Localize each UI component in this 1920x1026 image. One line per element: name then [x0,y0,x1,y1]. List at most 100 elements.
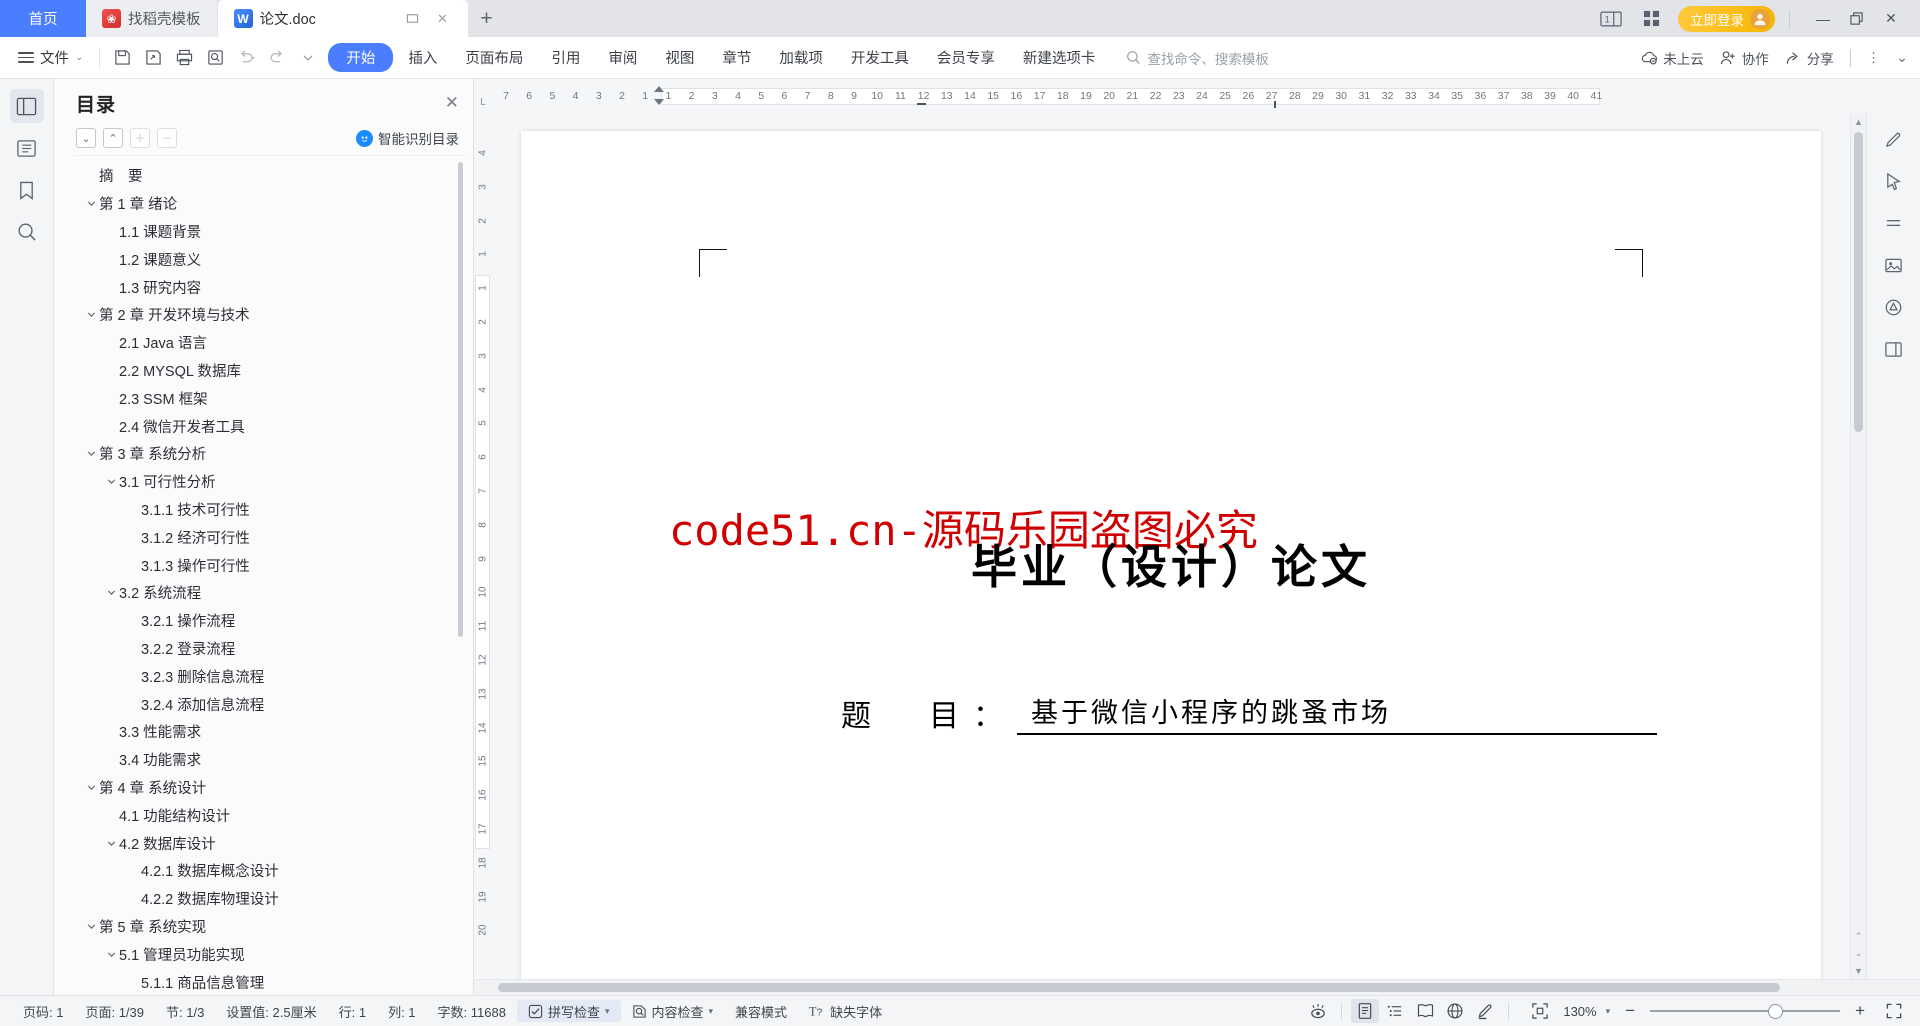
minus-level-icon[interactable]: － [157,128,177,148]
chevron-down-icon[interactable] [104,949,119,960]
ribbon-tab-view[interactable]: 视图 [652,43,707,72]
focus-eye-icon[interactable] [1304,999,1332,1023]
close-icon[interactable]: ✕ [445,93,459,113]
file-tree-icon[interactable] [10,131,44,165]
tab-document[interactable]: W 论文.doc ✕ [217,0,468,37]
toc-item[interactable]: 2.1 Java 语言 [74,329,465,357]
toc-item[interactable]: 5.1 管理员功能实现 [74,940,465,968]
fit-page-icon[interactable] [1526,999,1554,1023]
toc-item[interactable]: 3.2.4 添加信息流程 [74,690,465,718]
chevron-down-icon[interactable] [104,587,119,598]
vertical-ruler[interactable]: 4 3 2 1 1 2 3 4 5 6 7 8 9 10 11 12 13 14 15 16 17 18 19 20 [474,113,492,979]
chevron-down-icon[interactable]: ▾ [605,1006,610,1017]
toc-item[interactable]: 2.4 微信开发者工具 [74,412,465,440]
print-icon[interactable] [170,45,198,71]
paragraph-marks-icon[interactable] [1877,207,1911,239]
undo-icon[interactable] [232,45,260,71]
vertical-scrollbar[interactable]: ▲ ⌃ ⌄ ▼ [1850,113,1866,979]
horizontal-scroll-thumb[interactable] [498,983,1780,992]
field-value[interactable]: 基于微信小程序的跳蚤市场 [1017,691,1657,735]
ruler-corner[interactable]: L [474,79,492,113]
chevron-down-icon[interactable] [104,838,119,849]
toc-item[interactable]: 3.1.3 操作可行性 [74,551,465,579]
pen-tool-icon[interactable] [1877,123,1911,155]
plus-level-icon[interactable]: ＋ [130,128,150,148]
cursor-select-icon[interactable] [1877,165,1911,197]
status-line[interactable]: 行: 1 [328,1002,377,1021]
horizontal-scrollbar[interactable] [474,979,1920,995]
tab-stop-marker[interactable] [1273,101,1276,108]
ribbon-tab-review[interactable]: 审阅 [595,43,650,72]
ribbon-tab-insert[interactable]: 插入 [395,43,450,72]
ribbon-tab-section[interactable]: 章节 [709,43,764,72]
ribbon-tab-addins[interactable]: 加载项 [766,43,836,72]
status-section[interactable]: 节: 1/3 [155,1002,215,1021]
tab-stop-marker[interactable] [916,103,926,105]
print-preview-icon[interactable] [201,45,229,71]
split-view-icon[interactable] [1877,333,1911,365]
ribbon-tab-member[interactable]: 会员专享 [924,43,1008,72]
document-page[interactable]: code51.cn-源码乐园盗图必究 毕业（设计）论文 题 目： 基于微信小程序… [521,131,1821,979]
status-missing-font[interactable]: T? 缺失字体 [798,1002,893,1021]
tab-close-icon[interactable]: ✕ [434,11,452,27]
zoom-in-button[interactable]: + [1849,1001,1871,1021]
page-view-icon[interactable] [1351,999,1380,1023]
scroll-down-arrow[interactable]: ▼ [1854,962,1863,979]
toc-item[interactable]: 2.2 MYSQL 数据库 [74,357,465,385]
toc-item[interactable]: 第 2 章 开发环境与技术 [74,301,465,329]
split-screen-icon[interactable]: 1 [1598,7,1624,31]
expand-down-icon[interactable]: ⌄ [76,128,96,148]
save-icon[interactable] [108,45,136,71]
shapes-icon[interactable] [1877,291,1911,323]
document-canvas[interactable]: code51.cn-源码乐园盗图必究 毕业（设计）论文 题 目： 基于微信小程序… [492,113,1850,979]
tab-docer-template[interactable]: ❀ 找稻壳模板 [86,0,217,37]
highlighter-icon[interactable] [1471,999,1499,1023]
toc-item[interactable]: 2.3 SSM 框架 [74,384,465,412]
status-content-check[interactable]: 内容检查 ▾ [621,1002,725,1021]
window-close-button[interactable]: ✕ [1876,6,1906,32]
search-icon[interactable] [10,215,44,249]
chevron-down-icon[interactable] [84,448,99,459]
panel-toggle-icon[interactable] [9,89,44,123]
toc-item[interactable]: 5.1.1 商品信息管理 [74,968,465,995]
share-button[interactable]: 分享 [1785,48,1834,68]
save-as-icon[interactable] [139,45,167,71]
next-page-arrow[interactable]: ⌄ [1855,945,1863,962]
cloud-status-button[interactable]: 未上云 [1641,48,1704,68]
toc-tree[interactable]: 摘 要第 1 章 绪论 1.1 课题背景 1.2 课题意义 1.3 研究内容第 2 章… [74,155,465,995]
tab-home[interactable]: 首页 [0,0,86,37]
zoom-slider[interactable] [1650,1003,1841,1019]
toc-item[interactable]: 3.2.2 登录流程 [74,635,465,663]
toc-item[interactable]: 3.1.1 技术可行性 [74,496,465,524]
first-line-indent-marker[interactable] [653,86,664,92]
status-spell-check[interactable]: 拼写检查 ▾ [516,1000,621,1022]
toc-item[interactable]: 3.1 可行性分析 [74,468,465,496]
ribbon-tab-new[interactable]: 新建选项卡 [1010,43,1109,72]
new-tab-button[interactable]: + [468,0,506,37]
status-page-number[interactable]: 页码: 1 [12,1002,74,1021]
toc-item[interactable]: 4.2 数据库设计 [74,829,465,857]
outline-view-icon[interactable] [1381,999,1409,1023]
toc-item[interactable]: 第 5 章 系统实现 [74,913,465,941]
image-insert-icon[interactable] [1877,249,1911,281]
toc-item[interactable]: 4.2.1 数据库概念设计 [74,857,465,885]
toc-item[interactable]: 3.2 系统流程 [74,579,465,607]
toc-scrollbar-thumb[interactable] [458,162,463,637]
status-column[interactable]: 列: 1 [377,1002,426,1021]
smart-toc-button[interactable]: 智能识别目录 [356,128,459,148]
toc-item[interactable]: 1.2 课题意义 [74,245,465,273]
status-compat-mode[interactable]: 兼容模式 [724,1002,798,1021]
login-button[interactable]: 立即登录 [1678,5,1775,32]
chevron-down-icon[interactable] [84,921,99,932]
zoom-level-label[interactable]: 130% [1563,1004,1596,1019]
toc-item[interactable]: 摘 要 [74,162,465,190]
chevron-down-icon[interactable] [104,476,119,487]
ribbon-more-button[interactable]: ⋮ [1867,50,1881,66]
collaborate-button[interactable]: 协作 [1720,48,1769,68]
customize-qat-icon[interactable] [294,45,322,71]
toc-item[interactable]: 3.2.1 操作流程 [74,607,465,635]
ribbon-tab-dev-tools[interactable]: 开发工具 [838,43,922,72]
toc-item[interactable]: 3.3 性能需求 [74,718,465,746]
toc-item[interactable]: 第 4 章 系统设计 [74,774,465,802]
zoom-slider-knob[interactable] [1768,1003,1784,1019]
